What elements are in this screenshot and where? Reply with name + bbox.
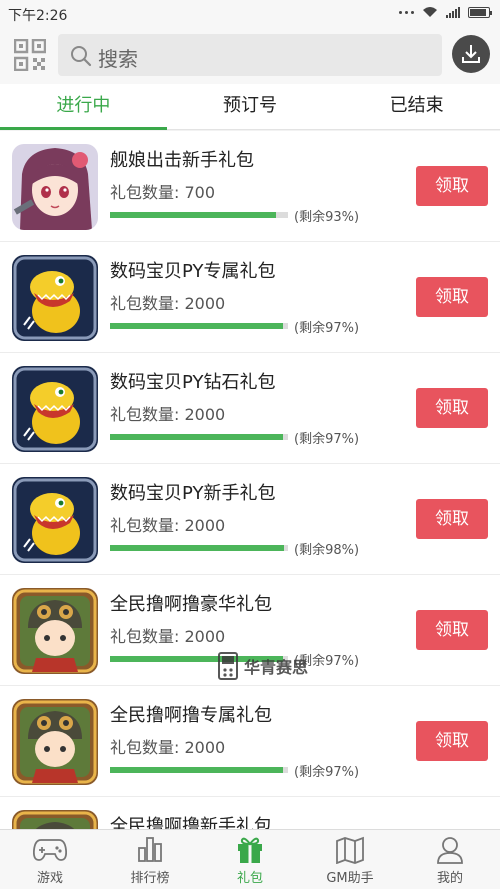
qr-code-icon[interactable]: [14, 39, 46, 71]
progress-fill: [110, 212, 276, 218]
gamepad-icon: [33, 839, 67, 861]
download-icon: [462, 45, 480, 63]
signal-icon: [446, 6, 460, 18]
claim-button[interactable]: 领取: [416, 388, 488, 428]
gift-item[interactable]: 数码宝贝PY专属礼包 礼包数量: 2000 (剩余97%) 领取: [0, 242, 500, 353]
agumon-avatar-icon: [12, 477, 98, 563]
watermark: 华青赛思: [218, 652, 308, 680]
remaining-percent: (剩余98%): [294, 543, 360, 558]
gift-title: 舰娘出击新手礼包: [110, 150, 254, 171]
gift-count: 礼包数量: 2000: [110, 516, 226, 535]
remaining-percent: (剩余97%): [294, 432, 360, 447]
gift-title: 全民撸啊撸专属礼包: [110, 705, 272, 726]
status-time: 下午2:26: [8, 8, 68, 24]
agumon-avatar-icon: [12, 255, 98, 341]
claim-button[interactable]: 领取: [416, 610, 488, 650]
claim-button[interactable]: 领取: [416, 166, 488, 206]
status-icons: [399, 6, 492, 18]
bottom-nav: 游戏 排行榜 礼包 GM助手 我的: [0, 829, 500, 889]
nav-label: 我的: [436, 871, 463, 886]
gift-title: 数码宝贝PY钻石礼包: [110, 372, 276, 393]
download-button[interactable]: [452, 35, 490, 73]
nav-item-games[interactable]: 游戏: [0, 830, 100, 889]
tab-ended[interactable]: 已结束: [333, 84, 500, 129]
nav-label: 礼包: [236, 871, 263, 886]
battery-icon: [468, 6, 492, 18]
remaining-percent: (剩余97%): [294, 321, 360, 336]
gift-item[interactable]: 舰娘出击新手礼包 礼包数量: 700 (剩余93%) 领取: [0, 131, 500, 242]
gift-tabs: 进行中 预订号 已结束: [0, 84, 500, 130]
nav-label: 游戏: [36, 871, 63, 886]
nav-label: GM助手: [326, 871, 374, 886]
bar-chart-icon: [138, 837, 162, 862]
gift-title: 全民撸啊撸新手礼包: [110, 816, 272, 829]
gift-item[interactable]: 数码宝贝PY钻石礼包 礼包数量: 2000 (剩余97%) 领取: [0, 353, 500, 464]
gift-count: 礼包数量: 2000: [110, 627, 226, 646]
search-icon: [71, 46, 92, 67]
gift-icon: [238, 837, 262, 863]
remaining-progress-bar: [110, 434, 288, 440]
tab-ongoing[interactable]: 进行中: [0, 84, 167, 130]
gift-list: 舰娘出击新手礼包 礼包数量: 700 (剩余93%) 领取 数码宝贝PY专属礼包…: [0, 131, 500, 829]
gift-item[interactable]: 全民撸啊撸专属礼包 礼包数量: 2000 (剩余97%) 领取: [0, 686, 500, 797]
nav-label: 排行榜: [130, 871, 170, 886]
agumon-avatar-icon: [12, 366, 98, 452]
remaining-progress-bar: [110, 767, 288, 773]
helmet-warrior-avatar-icon: [12, 588, 98, 674]
tab-reservation[interactable]: 预订号: [167, 84, 334, 129]
search-input[interactable]: 搜索: [58, 34, 442, 76]
anime-girl-avatar-icon: [12, 144, 98, 230]
gift-count: 礼包数量: 2000: [110, 405, 226, 424]
gift-count: 礼包数量: 700: [110, 183, 216, 202]
helmet-warrior-avatar-icon: [12, 699, 98, 785]
user-icon: [437, 837, 463, 864]
watermark-logo-icon: [218, 652, 238, 680]
nav-item-gifts[interactable]: 礼包: [200, 830, 300, 889]
nav-item-profile[interactable]: 我的: [400, 830, 500, 889]
claim-button[interactable]: 领取: [416, 499, 488, 539]
nav-item-ranking[interactable]: 排行榜: [100, 830, 200, 889]
status-bar: 下午2:26: [0, 0, 500, 28]
remaining-progress-bar: [110, 212, 288, 218]
gift-title: 全民撸啊撸豪华礼包: [110, 594, 272, 615]
map-icon: [336, 836, 364, 864]
wifi-icon: [423, 7, 437, 17]
remaining-progress-bar: [110, 323, 288, 329]
gift-title: 数码宝贝PY专属礼包: [110, 261, 276, 282]
nav-item-gm-assistant[interactable]: GM助手: [300, 830, 400, 889]
progress-fill: [110, 767, 283, 773]
search-header: 搜索: [0, 28, 500, 84]
gift-title: 数码宝贝PY新手礼包: [110, 483, 276, 504]
remaining-percent: (剩余93%): [294, 210, 360, 225]
progress-fill: [110, 323, 283, 329]
search-placeholder: 搜索: [98, 47, 138, 71]
progress-fill: [110, 545, 285, 551]
gift-count: 礼包数量: 2000: [110, 738, 226, 757]
progress-fill: [110, 434, 283, 440]
helmet-warrior-avatar-icon: [12, 810, 98, 829]
claim-button[interactable]: 领取: [416, 721, 488, 761]
claim-button[interactable]: 领取: [416, 277, 488, 317]
gift-item[interactable]: 全民撸啊撸新手礼包: [0, 797, 500, 829]
remaining-percent: (剩余97%): [294, 765, 360, 780]
remaining-progress-bar: [110, 545, 288, 551]
gift-count: 礼包数量: 2000: [110, 294, 226, 313]
watermark-text: 华青赛思: [244, 658, 309, 677]
gift-item[interactable]: 数码宝贝PY新手礼包 礼包数量: 2000 (剩余98%) 领取: [0, 464, 500, 575]
more-dots-icon: [399, 10, 414, 14]
